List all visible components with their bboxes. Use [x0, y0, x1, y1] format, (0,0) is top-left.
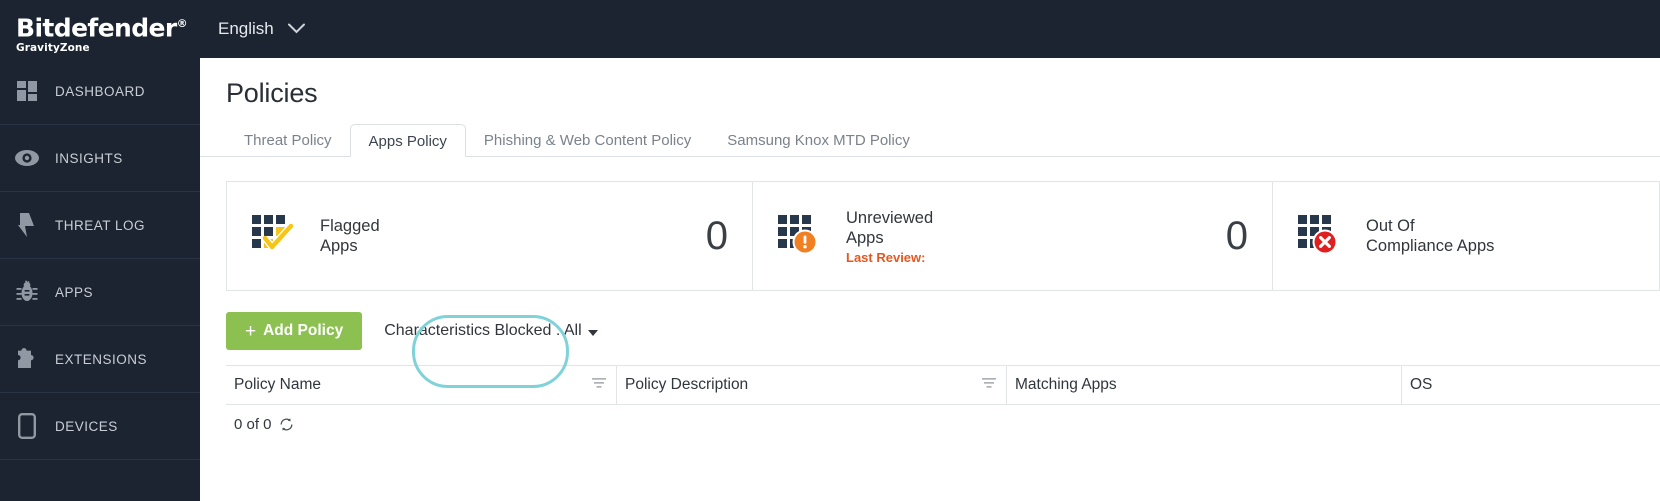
tab-phishing-web-content-policy[interactable]: Phishing & Web Content Policy — [466, 124, 709, 157]
dashboard-grid-icon — [14, 78, 40, 104]
stat-card-label-line2: Apps — [846, 228, 884, 247]
sidebar-item-dashboard[interactable]: DASHBOARD — [0, 58, 200, 125]
stat-card-label-line2: Apps — [320, 237, 358, 255]
tab-bar: Threat Policy Apps Policy Phishing & Web… — [200, 123, 1660, 157]
registered-mark: ® — [176, 16, 188, 30]
stat-card-label-line2: Compliance Apps — [1366, 237, 1495, 255]
stat-card-flagged-apps[interactable]: Flagged Apps 0 — [227, 182, 752, 290]
column-label: Policy Description — [625, 376, 749, 393]
grid-warning-icon — [777, 213, 829, 259]
record-count: 0 of 0 — [234, 415, 272, 433]
column-header-matching-apps[interactable]: Matching Apps — [1006, 366, 1401, 404]
sidebar-item-label: INSIGHTS — [55, 150, 123, 166]
table-header-row: Policy Name Policy Description Matching … — [226, 366, 1660, 404]
policies-table: Policy Name Policy Description Matching … — [226, 365, 1660, 443]
stat-card-value: 0 — [1225, 213, 1248, 258]
page-content: Policies Threat Policy Apps Policy Phish… — [200, 58, 1660, 443]
stat-card-label-line1: Unreviewed — [846, 208, 934, 227]
stat-card-label-line1: Out Of — [1366, 217, 1415, 235]
column-header-policy-name[interactable]: Policy Name — [226, 366, 616, 404]
policies-page: Bitdefender® GravityZone DASHBOARD INSIG… — [0, 0, 1660, 501]
sidebar-item-label: APPS — [55, 284, 94, 300]
policies-toolbar: + Add Policy Characteristics Blocked : A… — [226, 311, 1660, 351]
table-footer: 0 of 0 — [226, 405, 1660, 443]
funnel-filter-icon[interactable] — [982, 376, 996, 394]
mobile-phone-icon — [14, 413, 40, 439]
stat-cards: Flagged Apps 0 Unreviewed Apps Last Revi… — [226, 181, 1660, 291]
stat-card-text: Flagged Apps — [320, 216, 706, 256]
add-policy-label: Add Policy — [263, 322, 344, 339]
sidebar: Bitdefender® GravityZone DASHBOARD INSIG… — [0, 0, 200, 501]
sidebar-item-label: EXTENSIONS — [55, 351, 148, 367]
bug-icon — [14, 279, 40, 305]
column-label: OS — [1410, 376, 1433, 393]
grid-check-icon — [251, 213, 303, 259]
stat-card-out-of-compliance-apps[interactable]: Out Of Compliance Apps — [1272, 182, 1659, 290]
sidebar-item-extensions[interactable]: EXTENSIONS — [0, 326, 200, 393]
main-area: English Policies Threat Policy Apps Poli… — [200, 0, 1660, 501]
language-value: English — [218, 19, 274, 38]
tab-apps-policy[interactable]: Apps Policy — [349, 124, 466, 157]
brand-logo: Bitdefender® GravityZone — [0, 0, 200, 58]
column-label: Matching Apps — [1015, 376, 1117, 393]
sidebar-item-label: DASHBOARD — [55, 83, 146, 99]
stat-card-text: Unreviewed Apps Last Review: — [846, 208, 1226, 265]
top-bar: English — [200, 0, 1660, 58]
column-label: Policy Name — [234, 376, 321, 393]
last-review-label: Last Review: — [846, 249, 926, 265]
funnel-filter-icon[interactable] — [592, 376, 606, 394]
sidebar-item-label: THREAT LOG — [55, 217, 146, 233]
stat-card-value: 0 — [705, 213, 728, 258]
sidebar-item-label: DEVICES — [55, 418, 118, 434]
tab-samsung-knox-mtd-policy[interactable]: Samsung Knox MTD Policy — [709, 124, 928, 157]
add-policy-button[interactable]: + Add Policy — [226, 312, 363, 350]
brand-subtitle: GravityZone — [16, 42, 90, 55]
brand-name: Bitdefender® — [16, 13, 188, 43]
eye-icon — [14, 145, 40, 171]
refresh-icon[interactable] — [279, 417, 294, 432]
grid-error-icon — [1297, 213, 1349, 259]
page-title: Policies — [226, 78, 318, 108]
stat-card-unreviewed-apps[interactable]: Unreviewed Apps Last Review: 0 — [752, 182, 1272, 290]
tab-threat-policy[interactable]: Threat Policy — [226, 124, 350, 157]
characteristics-blocked-dropdown[interactable]: Characteristics Blocked : All — [384, 322, 598, 340]
column-header-policy-description[interactable]: Policy Description — [616, 366, 1006, 404]
sidebar-item-apps[interactable]: APPS — [0, 259, 200, 326]
column-header-os[interactable]: OS — [1401, 366, 1660, 404]
lightning-bolt-icon — [14, 212, 40, 238]
stat-card-text: Out Of Compliance Apps — [1366, 216, 1635, 256]
sidebar-item-devices[interactable]: DEVICES — [0, 393, 200, 460]
chevron-down-icon — [287, 22, 305, 37]
stat-card-label-line1: Flagged — [320, 217, 380, 235]
sidebar-item-insights[interactable]: INSIGHTS — [0, 125, 200, 192]
sidebar-nav: DASHBOARD INSIGHTS THREAT LOG APPS EXTEN… — [0, 58, 200, 501]
plus-icon: + — [245, 320, 257, 342]
characteristics-blocked-label: Characteristics Blocked : All — [384, 322, 582, 339]
caret-down-icon — [587, 329, 598, 336]
language-selector[interactable]: English — [218, 19, 305, 39]
puzzle-piece-icon — [14, 346, 40, 372]
sidebar-item-threat-log[interactable]: THREAT LOG — [0, 192, 200, 259]
